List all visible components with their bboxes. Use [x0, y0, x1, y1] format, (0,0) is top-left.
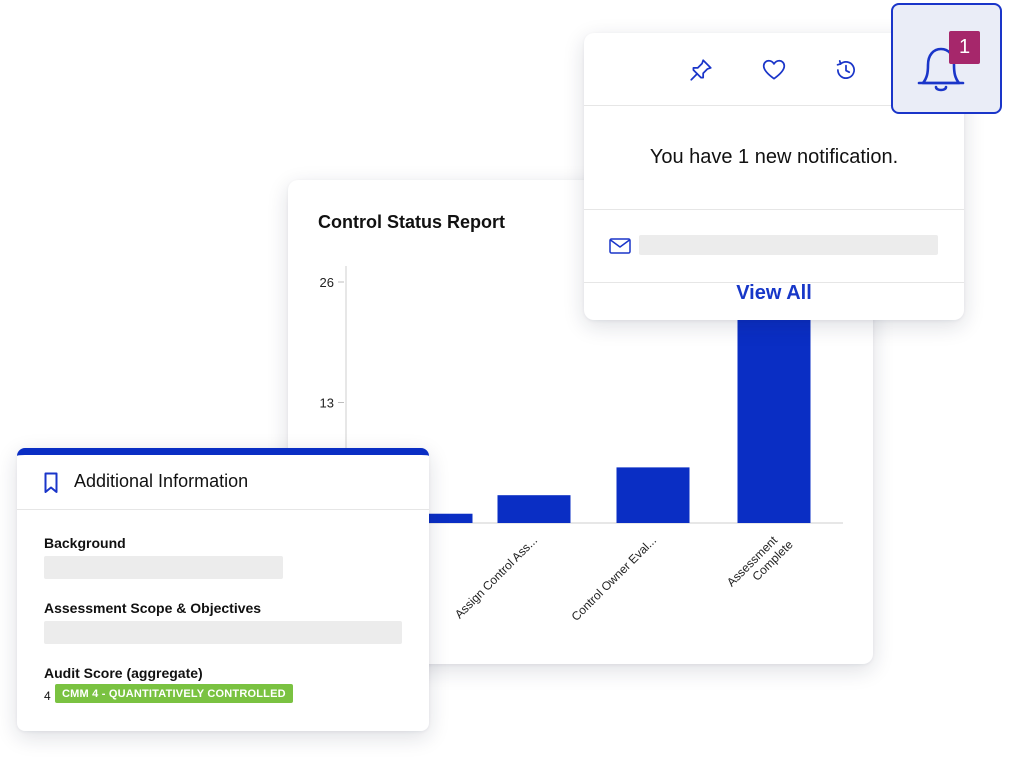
background-label: Background — [44, 535, 126, 551]
notification-count-badge: 1 — [949, 31, 980, 64]
bookmark-icon — [44, 472, 58, 493]
audit-score-label: Audit Score (aggregate) — [44, 665, 203, 681]
x-tick-label-1: Assign Control Ass... — [452, 533, 540, 621]
notification-message: You have 1 new notification. — [584, 105, 964, 210]
scope-objectives-field[interactable] — [44, 621, 402, 644]
notification-text-placeholder — [639, 235, 938, 255]
bar-2 — [616, 467, 690, 523]
audit-score-value: 4 — [44, 689, 51, 703]
info-card-header: Additional Information — [17, 455, 429, 510]
background-field[interactable] — [44, 556, 283, 579]
audit-score-tag: CMM 4 - QUANTITATIVELY CONTROLLED — [55, 684, 293, 703]
notification-bell-button[interactable]: 1 — [891, 3, 1002, 114]
x-tick-label-2: Control Owner Eval... — [569, 533, 660, 624]
bar-1 — [497, 495, 571, 523]
y-tick-label-0: 13 — [320, 396, 334, 411]
additional-information-card: Additional Information Background Assess… — [17, 448, 429, 731]
scope-objectives-label: Assessment Scope & Objectives — [44, 600, 262, 616]
info-card-title: Additional Information — [74, 471, 249, 491]
y-tick-label-1: 26 — [320, 275, 334, 290]
heart-icon[interactable] — [761, 57, 787, 83]
pin-icon[interactable] — [688, 57, 714, 83]
history-icon[interactable] — [833, 57, 859, 83]
x-tick-label-3: AssessmentComplete — [724, 527, 796, 599]
mail-icon — [609, 238, 631, 254]
view-all-link[interactable]: View All — [584, 273, 964, 313]
